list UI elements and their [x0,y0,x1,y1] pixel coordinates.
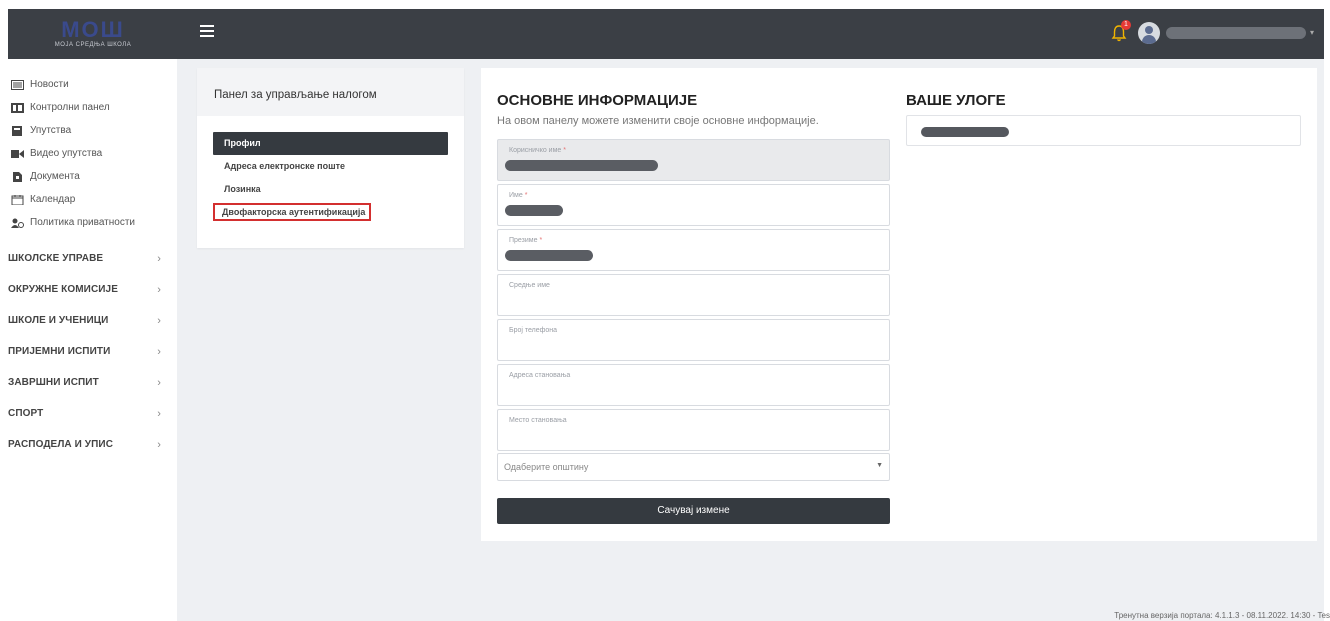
roles-title: ВАШЕ УЛОГЕ [906,92,1006,109]
section-label: ШКОЛЕ И УЧЕНИЦИ [8,315,109,326]
required-marker: * [539,237,543,244]
sidebar-section-schools-students[interactable]: ШКОЛЕ И УЧЕНИЦИ › [8,305,177,336]
dropdown-arrow-icon: ▼ [876,462,883,469]
field-label: Место становања [509,417,567,424]
sidebar-item-calendar[interactable]: Календар [8,188,177,211]
sidebar-item-label: Политика приватности [30,217,135,228]
phone-field[interactable]: Број телефона [497,319,890,361]
sidebar-item-label: Видео упутства [30,148,103,159]
sidebar-section-distribution-enrollment[interactable]: РАСПОДЕЛА И УПИС › [8,429,177,460]
logo-text: МОШ [61,17,125,42]
sidebar-section-school-administrations[interactable]: ШКОЛСКЕ УПРАВЕ › [8,243,177,274]
sidebar-item-dashboard[interactable]: Контролни панел [8,96,177,119]
last-name-value-redacted [505,250,593,261]
chevron-right-icon: › [157,407,161,420]
chevron-right-icon: › [157,438,161,451]
notification-badge: 1 [1121,20,1131,30]
section-label: ОКРУЖНЕ КОМИСИЈЕ [8,284,118,295]
roles-box [906,115,1301,146]
account-menu-two-factor[interactable]: Двофакторска аутентификација [213,203,371,221]
section-label: ЗАВРШНИ ИСПИТ [8,377,99,388]
user-name-redacted[interactable] [1166,27,1306,39]
chevron-right-icon: › [157,376,161,389]
municipality-placeholder: Одаберите општину [504,462,589,472]
chevron-right-icon: › [157,314,161,327]
section-label: РАСПОДЕЛА И УПИС [8,439,114,450]
field-label: Презиме [509,237,538,244]
account-panel-title: Панел за управљање налогом [197,68,464,116]
sidebar-section-district-commissions[interactable]: ОКРУЖНЕ КОМИСИЈЕ › [8,274,177,305]
dashboard-icon [11,102,24,113]
chevron-right-icon: › [157,345,161,358]
username-field: Корисничко име * [497,139,890,181]
basic-info-subtitle: На овом панелу можете изменити своје осн… [497,115,819,127]
account-menu-email[interactable]: Адреса електронске поште [213,155,448,178]
field-label: Име [509,192,523,199]
section-label: ПРИЈЕМНИ ИСПИТИ [8,346,111,357]
field-label: Број телефона [509,327,558,334]
sidebar: Новости Контролни панел Упутства Видео у… [8,59,177,621]
sidebar-section-final-exam[interactable]: ЗАВРШНИ ИСПИТ › [8,367,177,398]
avatar[interactable] [1138,22,1160,44]
sidebar-item-label: Документа [30,171,80,182]
version-footer: Тренутна верзија портала: 4.1.1.3 - 08.1… [1114,611,1330,620]
last-name-field[interactable]: Презиме * [497,229,890,271]
chevron-right-icon: › [157,252,161,265]
sidebar-item-label: Календар [30,194,76,205]
sidebar-item-privacy-policy[interactable]: Политика приватности [8,211,177,234]
middle-name-field[interactable]: Средње име [497,274,890,316]
account-menu-password[interactable]: Лозинка [213,178,448,201]
sidebar-item-video-instructions[interactable]: Видео упутства [8,142,177,165]
city-field[interactable]: Место становања [497,409,890,451]
chevron-right-icon: › [157,283,161,296]
sidebar-section-entrance-exams[interactable]: ПРИЈЕМНИ ИСПИТИ › [8,336,177,367]
document-icon [13,171,22,182]
account-panel: Панел за управљање налогом Профил Адреса… [197,68,464,248]
book-icon [12,125,22,136]
sidebar-item-documents[interactable]: Документа [8,165,177,188]
field-label: Средње име [509,282,550,289]
role-value-redacted [921,127,1009,137]
save-button[interactable]: Сачувај измене [497,498,890,524]
field-label: Корисничко име [509,147,562,154]
chevron-down-icon[interactable]: ▾ [1310,28,1314,37]
logo-subtitle: МОЈА СРЕДЊА ШКОЛА [54,42,132,48]
sidebar-item-news[interactable]: Новости [8,73,177,96]
top-bar: МОШ МОЈА СРЕДЊА ШКОЛА 1 ▾ [8,9,1324,59]
sidebar-item-label: Контролни панел [30,102,110,113]
users-privacy-icon [11,218,24,228]
municipality-select[interactable]: Одаберите општину ▼ [497,453,890,481]
calendar-icon [11,194,24,205]
first-name-value-redacted [505,205,563,216]
newspaper-icon [11,79,24,90]
basic-info-title: ОСНОВНЕ ИНФОРМАЦИЈЕ [497,92,698,109]
field-label: Адреса становања [509,372,571,379]
sidebar-item-label: Упутства [30,125,72,136]
section-label: ШКОЛСКЕ УПРАВЕ [8,253,104,264]
sidebar-section-sport[interactable]: СПОРТ › [8,398,177,429]
sidebar-item-instructions[interactable]: Упутства [8,119,177,142]
sidebar-item-label: Новости [30,79,69,90]
first-name-field[interactable]: Име * [497,184,890,226]
logo[interactable]: МОШ МОЈА СРЕДЊА ШКОЛА [8,9,178,59]
account-menu-profile[interactable]: Профил [213,132,448,155]
section-label: СПОРТ [8,408,44,419]
video-icon [11,149,24,158]
username-value-redacted [505,160,658,171]
required-marker: * [524,192,528,199]
menu-toggle-icon[interactable] [200,25,214,37]
address-field[interactable]: Адреса становања [497,364,890,406]
required-marker: * [563,147,566,154]
